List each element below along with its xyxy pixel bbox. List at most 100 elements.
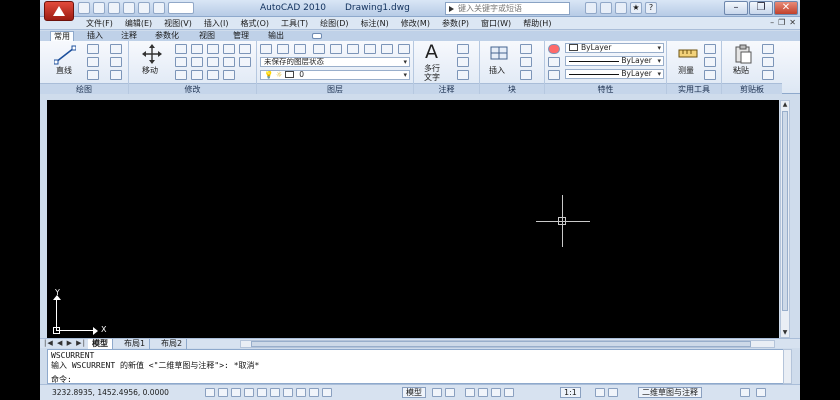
array-icon[interactable] [191,70,203,80]
lineweight-dropdown[interactable]: ByLayer [565,56,664,66]
workspace-dropdown[interactable] [168,2,194,14]
object-snap-tracking-icon[interactable] [270,388,280,397]
multiline-text-icon[interactable]: A [425,41,438,63]
tab-home[interactable]: 常用 [50,31,74,41]
quick-view-drawings-icon[interactable] [445,388,455,397]
menu-modify[interactable]: 修改(M) [401,18,430,29]
application-menu-button[interactable] [44,1,74,21]
layer-off-icon[interactable] [381,44,393,54]
linetype-dropdown[interactable]: ByLayer [565,69,664,79]
layer-state-dropdown[interactable]: 未保存的图层状态 [260,57,410,67]
layer-dropdown[interactable]: 💡 ☼ 0 [260,70,410,80]
workspace-switch-dropdown[interactable]: 二维草图与注释 [638,387,702,398]
layout-nav-arrows[interactable]: |◀ ◀ ▶ ▶| [44,339,86,348]
select-all-icon[interactable] [704,57,716,67]
close-button[interactable]: ✕ [774,1,798,15]
mirror-icon[interactable] [175,57,187,67]
layer-isolate-icon[interactable] [347,44,359,54]
command-line[interactable]: WSCURRENT 输入 WSCURRENT 的新值 <"二维草图与注释">: … [47,349,792,384]
linetype-icon[interactable] [548,70,560,80]
panel-utilities-title[interactable]: 实用工具 [667,83,721,94]
clean-screen-icon[interactable] [756,388,766,397]
showmotion-icon[interactable] [504,388,514,397]
tab-layout1[interactable]: 布局1 [120,339,151,349]
fillet-icon[interactable] [191,57,203,67]
color-wheel-icon[interactable] [548,44,560,54]
scale-icon[interactable] [223,57,235,67]
menu-edit[interactable]: 编辑(E) [125,18,152,29]
steering-wheel-icon[interactable] [491,388,501,397]
quick-properties-icon[interactable] [322,388,332,397]
cut-icon[interactable] [762,44,774,54]
rectangle-icon[interactable] [110,57,122,67]
dynamic-ucs-icon[interactable] [283,388,293,397]
polyline-icon[interactable] [87,44,99,54]
ortho-mode-icon[interactable] [231,388,241,397]
search-input[interactable]: 键入关键字或短语 [445,2,570,15]
model-space-button[interactable]: 模型 [402,387,426,398]
binoculars-icon[interactable] [585,2,597,14]
break-icon[interactable] [223,70,235,80]
panel-clipboard-title[interactable]: 剪贴板 [722,83,782,94]
paste-icon[interactable] [732,44,754,64]
multileader-icon[interactable] [457,57,469,67]
horizontal-scrollbar[interactable] [240,340,775,348]
plot-icon[interactable] [123,2,135,14]
panel-draw-title[interactable]: 绘图 [40,83,128,94]
menu-format[interactable]: 格式(O) [240,18,269,29]
ribbon-minimize-icon[interactable] [312,33,322,39]
scroll-up-arrow[interactable]: ▲ [781,101,789,109]
lineweight-icon[interactable] [548,57,560,67]
vertical-scroll-thumb[interactable] [782,111,788,311]
favorites-icon[interactable]: ★ [630,2,642,14]
menu-file[interactable]: 文件(F) [86,18,113,29]
tab-layout2[interactable]: 布局2 [157,339,188,349]
scroll-down-arrow[interactable]: ▼ [781,329,789,337]
horizontal-scroll-thumb[interactable] [251,341,751,347]
redo-icon[interactable] [153,2,165,14]
subscription-icon[interactable] [600,2,612,14]
save-icon[interactable] [108,2,120,14]
menu-dimension[interactable]: 标注(N) [361,18,389,29]
tab-output[interactable]: 输出 [265,31,287,41]
panel-layers-title[interactable]: 图层 [257,83,413,94]
menu-insert[interactable]: 插入(I) [204,18,229,29]
explode-icon[interactable] [239,57,251,67]
coordinates-readout[interactable]: 3232.8935, 1452.4956, 0.0000 [52,388,169,397]
help-icon[interactable]: ? [645,2,657,14]
offset-icon[interactable] [175,70,187,80]
quick-view-layouts-icon[interactable] [432,388,442,397]
panel-properties-title[interactable]: 特性 [545,83,666,94]
layer-lock-icon[interactable] [398,44,410,54]
edit-attributes-icon[interactable] [520,70,532,80]
color-dropdown[interactable]: ByLayer [565,43,664,53]
communication-icon[interactable] [615,2,627,14]
erase-icon[interactable] [239,44,251,54]
tab-view[interactable]: 视图 [196,31,218,41]
copy-clip-icon[interactable] [762,57,774,67]
snap-mode-icon[interactable] [205,388,215,397]
ellipse-icon[interactable] [87,70,99,80]
layer-state-icon[interactable] [277,44,289,54]
menu-help[interactable]: 帮助(H) [523,18,551,29]
annotation-visibility-icon[interactable] [595,388,605,397]
tab-model[interactable]: 模型 [88,339,113,349]
layer-previous-icon[interactable] [330,44,342,54]
new-icon[interactable] [78,2,90,14]
copy-icon[interactable] [175,44,187,54]
drawing-canvas[interactable]: Y X [47,100,779,338]
doc-close-button[interactable]: ✕ [789,18,796,27]
menu-tools[interactable]: 工具(T) [281,18,308,29]
move-icon[interactable] [141,44,163,64]
quick-select-icon[interactable] [704,44,716,54]
object-snap-icon[interactable] [257,388,267,397]
zoom-icon[interactable] [478,388,488,397]
annotation-scale-dropdown[interactable]: 1:1 [560,387,581,398]
open-icon[interactable] [93,2,105,14]
menu-draw[interactable]: 绘图(D) [320,18,348,29]
hatch-icon[interactable] [110,70,122,80]
menu-window[interactable]: 窗口(W) [481,18,511,29]
chamfer-icon[interactable] [207,70,219,80]
tab-parametric[interactable]: 参数化 [152,31,182,41]
undo-icon[interactable] [138,2,150,14]
